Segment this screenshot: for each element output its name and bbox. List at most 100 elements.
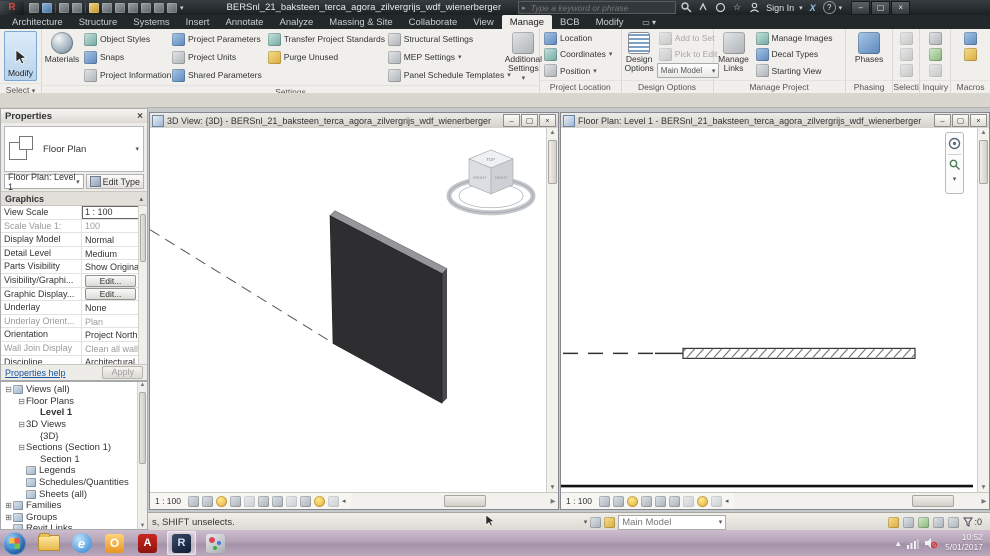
graphics-section-header[interactable]: Graphics ▴ [1,191,147,206]
property-value[interactable]: 1 : 100 [82,206,139,219]
scroll-up-icon[interactable]: ▲ [978,128,989,138]
select-pinned-icon[interactable] [918,517,929,528]
design-options-panel-label[interactable]: Design Options [622,80,713,93]
status-resize-icon[interactable]: ▾ [584,518,588,526]
ribbon-tab[interactable]: Annotate [217,15,271,29]
property-row[interactable]: Detail Level Medium [1,247,139,261]
property-row[interactable]: Display Model Normal [1,233,139,247]
sun-path-icon[interactable] [216,496,227,507]
help-search-box[interactable]: ▸ [518,1,676,14]
load-selection-icon[interactable] [900,48,913,61]
design-option-select[interactable]: Main Model ▾ [618,515,726,530]
filter-button[interactable]: :0 [963,517,982,527]
mep-settings-button[interactable]: MEP Settings▾ [386,50,502,65]
properties-close-icon[interactable]: × [137,111,143,122]
phasing-panel-label[interactable]: Phasing [846,80,893,93]
property-value[interactable]: Project North [82,328,139,341]
edit-type-button[interactable]: Edit Type [86,174,144,189]
wall-side-face[interactable] [442,269,447,404]
crop-view-icon[interactable] [258,496,269,507]
select-underlay-icon[interactable] [903,517,914,528]
tree-item[interactable]: ⊟ Sections (Section 1) [1,442,138,454]
vcb-more-icon[interactable]: ◂ [725,497,729,505]
ribbon-tab[interactable]: Manage [502,15,552,29]
object-styles-button[interactable]: Object Styles [82,32,168,47]
property-row[interactable]: Orientation Project North [1,328,139,342]
browser-scrollbar[interactable]: ▲ ▼ [137,382,147,529]
scrollbar-thumb[interactable] [140,214,146,262]
text-icon[interactable] [115,3,125,13]
tree-expander-icon[interactable]: ⊞ [4,501,13,510]
ribbon-tab[interactable]: View [465,15,501,29]
structural-settings-button[interactable]: Structural Settings [386,32,502,47]
type-selector[interactable]: Floor Plan ▾ [4,126,144,172]
minimize-button[interactable]: – [851,1,870,15]
project-units-button[interactable]: Project Units [170,50,264,65]
qat-customize-arrow-icon[interactable]: ▾ [180,4,184,12]
scroll-right-icon[interactable]: ▶ [548,493,558,509]
reveal-hidden-elements-icon[interactable] [697,496,708,507]
coordinates-button[interactable]: Coordinates▾ [542,47,619,62]
scrollbar-thumb[interactable] [548,140,557,184]
search-expand-arrow-icon[interactable]: ▸ [522,4,526,12]
search-icon[interactable] [679,2,693,14]
snaps-button[interactable]: Snaps [82,50,168,65]
property-row[interactable]: Graphic Display... Edit... [1,288,139,302]
manage-images-button[interactable]: Manage Images [754,31,843,46]
select-by-face-icon[interactable] [933,517,944,528]
property-value[interactable]: Architectural [82,356,139,364]
worksets-icon[interactable] [590,517,601,528]
property-row[interactable]: Underlay None [1,301,139,315]
show-crop-region-icon[interactable] [669,496,680,507]
macro-security-icon[interactable] [964,48,977,61]
vertical-scrollbar-3d[interactable]: ▲ ▼ [546,128,558,493]
communication-center-icon[interactable] [713,2,727,14]
tree-item[interactable]: ⊟ 3D Views [1,419,138,431]
materials-button[interactable]: Materials [44,30,80,84]
active-design-option-select[interactable]: Main Model▾ [657,63,720,78]
horizontal-scrollbar-3d[interactable]: ▶ [351,493,558,509]
thin-lines-icon[interactable] [154,3,164,13]
section-collapse-icon[interactable]: ▴ [139,195,143,203]
selection-panel-label[interactable]: Selection [893,80,919,93]
view-scale-button[interactable]: 1 : 100 [566,496,592,506]
properties-help-link[interactable]: Properties help [5,368,66,378]
reference-line-3d[interactable] [150,230,332,343]
project-information-button[interactable]: Project Information [82,68,168,83]
apply-button[interactable]: Apply [102,366,143,379]
temporary-hide-isolate-icon[interactable] [683,496,694,507]
property-value[interactable]: Clean all wall j... [82,342,139,355]
reveal-hidden-elements-icon[interactable] [314,496,325,507]
purge-unused-button[interactable]: Purge Unused [266,50,384,65]
taskbar-adobe-button[interactable]: A [134,532,161,554]
window-restore-button[interactable]: ▢ [952,114,969,127]
taskbar-outlook-button[interactable]: O [101,532,128,554]
property-row[interactable]: Discipline Architectural [1,356,139,364]
property-value[interactable]: Medium [82,247,139,260]
save-selection-icon[interactable] [900,32,913,45]
window-restore-button[interactable]: ▢ [521,114,538,127]
temporary-hide-isolate-icon[interactable] [300,496,311,507]
modify-button[interactable]: Modify [4,31,37,81]
analytical-model-icon[interactable] [711,496,722,507]
tree-expander-icon[interactable]: ⊟ [17,443,26,452]
tree-item[interactable]: Level 1 [1,407,138,419]
sign-in-label[interactable]: Sign In [766,3,794,13]
property-row[interactable]: Parts Visibility Show Original [1,260,139,274]
tree-item[interactable]: ⊟ Views (all) [1,384,138,396]
type-selector-dropdown-icon[interactable]: ▾ [135,145,139,153]
start-button[interactable] [3,532,26,555]
property-value[interactable]: Edit... [82,288,139,301]
window-close-button[interactable]: × [539,114,556,127]
open-icon[interactable] [29,3,39,13]
visual-style-icon[interactable] [202,496,213,507]
sign-in-dropdown-icon[interactable]: ▾ [799,4,803,12]
vcb-more-icon[interactable]: ◂ [342,497,346,505]
select-panel-label[interactable]: Select ▾ [0,83,41,93]
tree-item[interactable]: Schedules/Quantities [1,477,138,489]
ribbon-tab[interactable]: Collaborate [401,15,466,29]
property-value[interactable]: Plan [82,315,139,328]
tree-item[interactable]: Revit Links [1,523,138,530]
scrollbar-thumb[interactable] [979,140,988,184]
scroll-right-icon[interactable]: ▶ [979,493,989,509]
